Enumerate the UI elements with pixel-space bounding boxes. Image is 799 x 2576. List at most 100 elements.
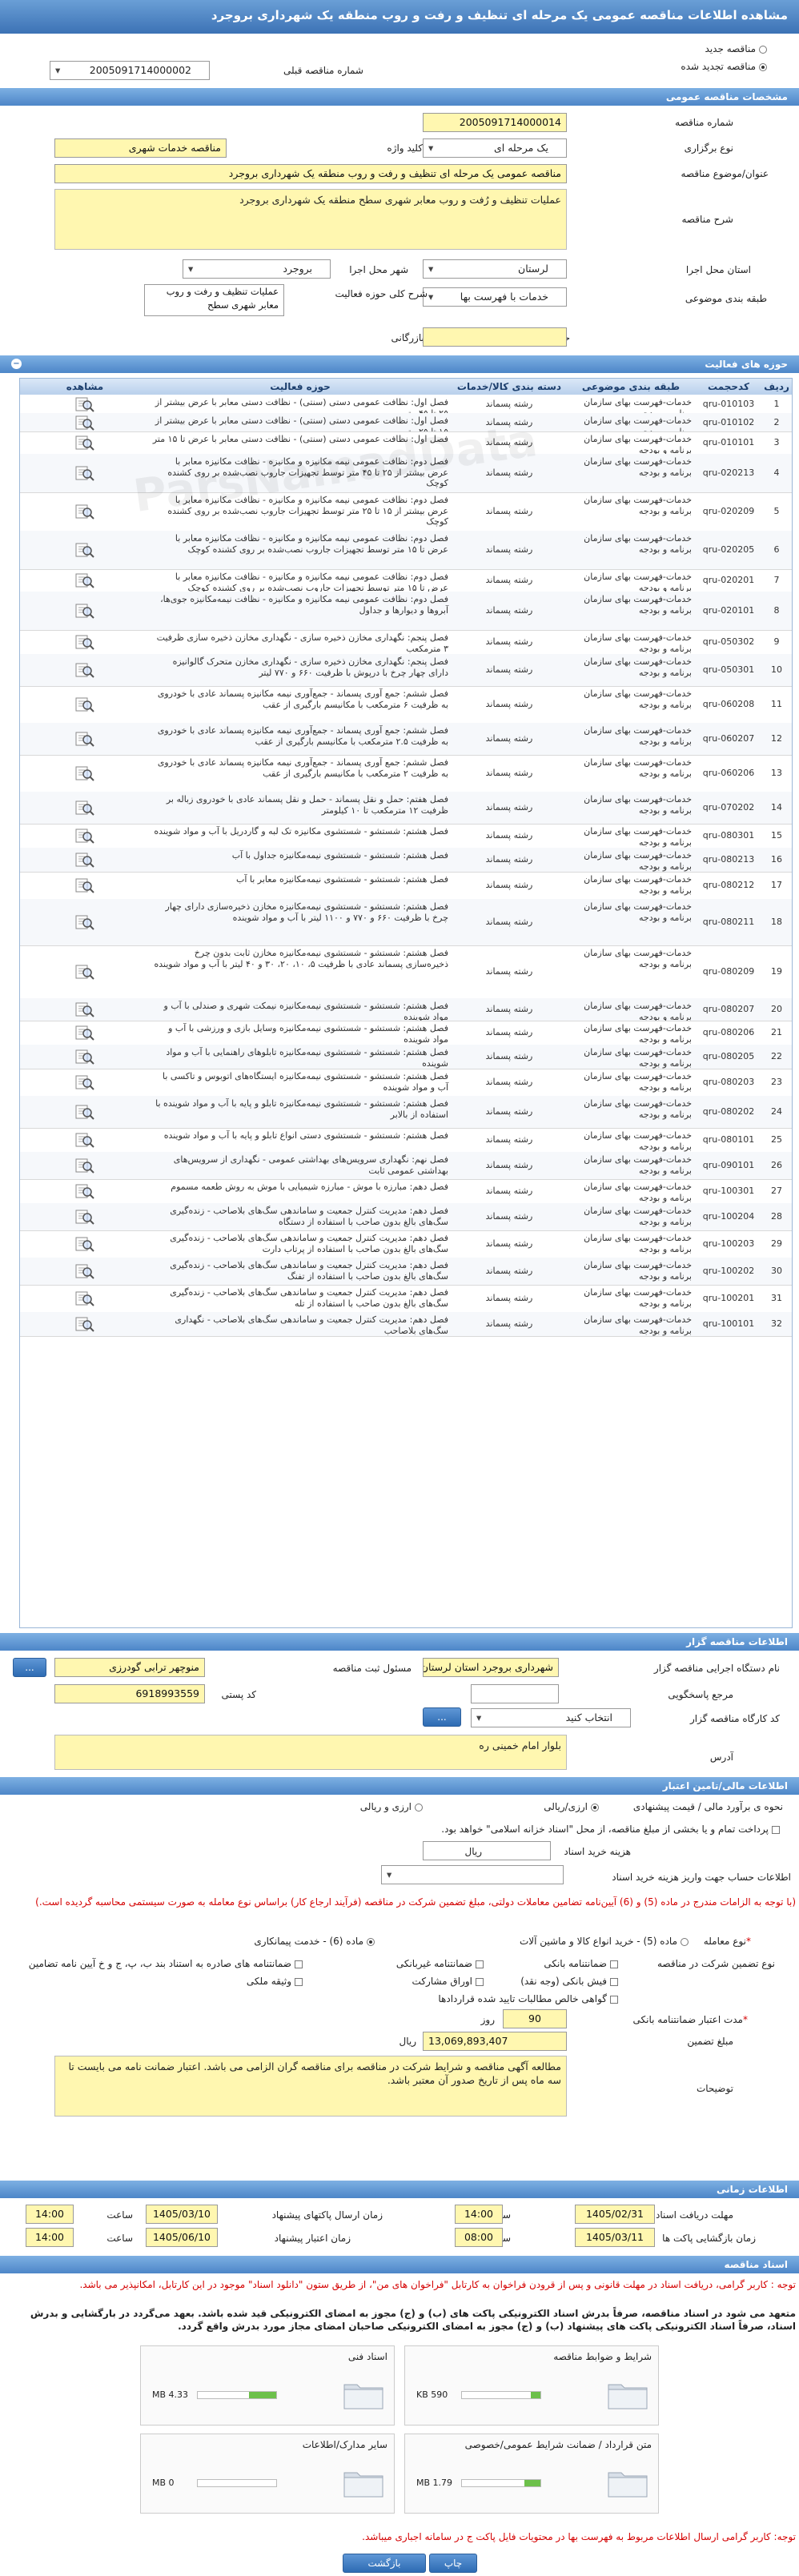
- workshop-select[interactable]: انتخاب کنید: [471, 1708, 631, 1727]
- back-button[interactable]: بازگشت: [343, 2554, 426, 2573]
- view-magnifier-icon[interactable]: [74, 963, 95, 981]
- cell-code: qru-010102: [702, 416, 755, 427]
- view-magnifier-icon[interactable]: [74, 696, 95, 713]
- province-select[interactable]: لرستان: [423, 259, 567, 279]
- category-select[interactable]: خدمات با فهرست بها: [423, 287, 567, 307]
- view-magnifier-icon[interactable]: [74, 1208, 95, 1226]
- view-magnifier-icon[interactable]: [74, 602, 95, 620]
- prev-tender-select[interactable]: 2005091714000002: [50, 61, 210, 80]
- view-magnifier-icon[interactable]: [74, 1182, 95, 1200]
- treasury-checkbox[interactable]: [772, 1825, 780, 1834]
- g-non-bank[interactable]: ضمانتنامه غیربانکی: [396, 1958, 484, 1969]
- view-magnifier-icon[interactable]: [74, 572, 95, 589]
- view-magnifier-icon[interactable]: [74, 633, 95, 651]
- city-select[interactable]: بروجرد: [183, 259, 331, 279]
- view-magnifier-icon[interactable]: [74, 1262, 95, 1280]
- doc-receive-date: 1405/02/31: [575, 2205, 655, 2224]
- view-magnifier-icon[interactable]: [74, 503, 95, 520]
- renewed-tender-radio[interactable]: [759, 62, 767, 71]
- g-ajel[interactable]: اوراق مشارکت: [412, 1976, 484, 1987]
- cell-idx: 2: [773, 416, 780, 427]
- view-magnifier-icon[interactable]: [74, 1131, 95, 1149]
- print-button[interactable]: چاپ: [429, 2554, 477, 2573]
- view-magnifier-icon[interactable]: [74, 851, 95, 869]
- view-magnifier-icon[interactable]: [74, 1103, 95, 1121]
- explain-label: توضیحات: [696, 2083, 733, 2094]
- timing-section-header: اطلاعات زمانی: [0, 2181, 799, 2198]
- opt-rial-fx[interactable]: ارزی/ریالی: [544, 1801, 599, 1812]
- table-row: 29 qru-100203 خدمات-فهرست بهای سازمان برنا…: [20, 1230, 792, 1258]
- table-row: 27 qru-100301 خدمات-فهرست بهای سازمان برنا…: [20, 1179, 792, 1204]
- cell-category: خدمات-فهرست بهای سازمان برنامه و بودجه: [584, 688, 692, 710]
- cell-scope: فصل اول: نظافت عمومی دستی (سنتی) - نظافت…: [155, 397, 448, 413]
- cell-scope: فصل پنجم: نگهداری مخازن ذخیره سازی - نگه…: [172, 656, 448, 678]
- cell-goods: رشته پسماند: [485, 830, 533, 841]
- doc-fee-unit: ریال: [464, 1846, 482, 1857]
- g-clearance[interactable]: گواهی خالص مطالبات تایید شده قراردادها: [438, 1993, 618, 2004]
- opening-label: زمان بازگشایی پاکت ها: [662, 2233, 756, 2244]
- view-magnifier-icon[interactable]: [74, 1235, 95, 1253]
- view-magnifier-icon[interactable]: [74, 395, 95, 413]
- cell-code: qru-020201: [702, 575, 755, 585]
- view-magnifier-icon[interactable]: [74, 541, 95, 559]
- view-magnifier-icon[interactable]: [74, 913, 95, 931]
- cell-idx: 14: [771, 802, 782, 813]
- account-select[interactable]: [381, 1865, 564, 1884]
- trade-type-label: *نوع معامله: [703, 1936, 751, 1947]
- cell-goods: رشته پسماند: [485, 1186, 533, 1196]
- validity-time-word: ساعت: [106, 2233, 133, 2244]
- view-magnifier-icon[interactable]: [74, 799, 95, 817]
- trade-opt-2[interactable]: ماده (6) - خدمت پیمانکاری: [254, 1936, 375, 1947]
- view-magnifier-icon[interactable]: [74, 1073, 95, 1091]
- cell-idx: 13: [771, 768, 782, 778]
- new-tender-option[interactable]: مناقصه جدید: [705, 43, 767, 54]
- cell-category: خدمات-فهرست بهای سازمان برنامه و بودجه: [584, 757, 692, 779]
- view-magnifier-icon[interactable]: [74, 827, 95, 845]
- opt-fx-rial[interactable]: ارزی و ریالی: [360, 1801, 423, 1812]
- document-size: 0 MB: [152, 2478, 175, 2488]
- renewed-tender-option[interactable]: مناقصه تجدید شده: [681, 61, 767, 72]
- trade-opt-1[interactable]: ماده (5) - خرید انواع کالا و ماشین آلات: [520, 1936, 689, 1947]
- view-magnifier-icon[interactable]: [74, 1001, 95, 1018]
- estimate-label: نحوه ی برآورد مالی / قیمت پیشنهادی: [632, 1801, 783, 1812]
- ref-field[interactable]: [471, 1684, 559, 1703]
- organizer-section-header: اطلاعات مناقصه گزار: [0, 1633, 799, 1651]
- view-magnifier-icon[interactable]: [74, 661, 95, 679]
- cell-idx: 7: [773, 575, 780, 585]
- table-row: 7 qru-020201 خدمات-فهرست بهای سازمان برنام…: [20, 569, 792, 592]
- view-magnifier-icon[interactable]: [74, 1157, 95, 1174]
- view-magnifier-icon[interactable]: [74, 764, 95, 782]
- cell-scope: فصل هشتم: شستشو - شستشوی نیمه‌مکانیزه تا…: [166, 1047, 448, 1069]
- view-magnifier-icon[interactable]: [74, 464, 95, 482]
- cell-code: qru-080205: [702, 1051, 755, 1061]
- document-box[interactable]: شرایط و ضوابط مناقصه 590 KB: [404, 2345, 659, 2426]
- cell-goods: رشته پسماند: [485, 575, 533, 585]
- cell-idx: 11: [771, 699, 782, 709]
- g-bonds[interactable]: ضمانتنامه های صادره به استناد بند ب، پ، …: [29, 1958, 303, 1969]
- cell-scope: فصل دوم: نظافت عمومی نیمه مکانیزه و مکان…: [175, 533, 448, 555]
- contact-lookup-button[interactable]: ...: [13, 1658, 46, 1677]
- g-cash[interactable]: فیش بانکی (وجه نقد): [520, 1976, 618, 1987]
- view-magnifier-icon[interactable]: [74, 877, 95, 894]
- col-goods: دسته بندی کالا/خدمات: [456, 381, 562, 392]
- view-magnifier-icon[interactable]: [74, 434, 95, 451]
- document-box[interactable]: اسناد فنی 4.33 MB: [140, 2345, 395, 2426]
- holding-type-select[interactable]: یک مرحله ای: [423, 138, 567, 158]
- view-magnifier-icon[interactable]: [74, 730, 95, 748]
- cell-scope: فصل هشتم: شستشو - شستشوی دستی انواع تابل…: [163, 1130, 448, 1141]
- view-magnifier-icon[interactable]: [74, 1315, 95, 1333]
- view-magnifier-icon[interactable]: [74, 1024, 95, 1041]
- g-bank[interactable]: ضمانتنامه بانکی: [544, 1958, 618, 1969]
- cell-idx: 5: [773, 506, 780, 516]
- document-box[interactable]: سایر مدارک/اطلاعات 0 MB: [140, 2434, 395, 2514]
- view-magnifier-icon[interactable]: [74, 1048, 95, 1065]
- view-magnifier-icon[interactable]: [74, 1290, 95, 1307]
- validity-label: *مدت اعتبار ضمانتنامه بانکی: [632, 2014, 748, 2025]
- g-property[interactable]: وثیقه ملکی: [247, 1976, 303, 1987]
- document-box[interactable]: متن قرارداد / ضمانت شرایط عمومی/خصوصی 1.7…: [404, 2434, 659, 2514]
- view-magnifier-icon[interactable]: [74, 414, 95, 431]
- description-textarea: عملیات تنظیف و رُفت و روب معابر شهری سطح…: [54, 189, 567, 250]
- cell-scope: فصل هشتم: شستشو - شستشوی نیمه‌مکانیزه مع…: [235, 874, 448, 885]
- collapse-icon[interactable]: −: [11, 359, 22, 369]
- new-tender-radio[interactable]: [759, 45, 767, 54]
